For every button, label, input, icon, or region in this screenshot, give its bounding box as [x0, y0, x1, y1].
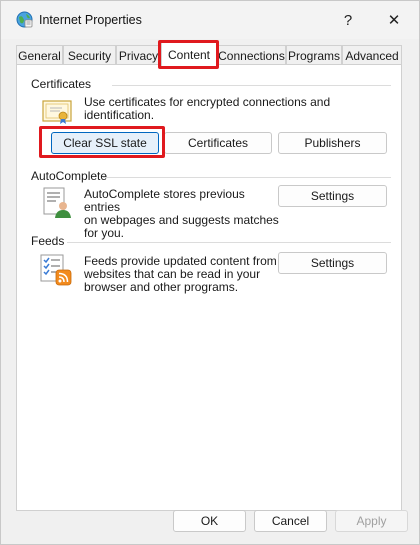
group-divider [67, 242, 391, 243]
autocomplete-settings-button[interactable]: Settings [278, 185, 387, 207]
title-bar: Internet Properties ? ✕ [1, 1, 419, 39]
certificates-button[interactable]: Certificates [164, 132, 272, 154]
feeds-icon [40, 254, 72, 286]
feeds-description-line: browser and other programs. [84, 280, 239, 294]
certificates-group-label: Certificates [31, 77, 92, 91]
feeds-group-label: Feeds [31, 234, 65, 248]
autocomplete-description: AutoComplete stores previous entries on … [84, 188, 284, 240]
internet-properties-dialog: Internet Properties ? ✕ General Security… [0, 0, 420, 545]
tab-security[interactable]: Security [63, 45, 116, 66]
tab-advanced[interactable]: Advanced [342, 45, 402, 66]
apply-button[interactable]: Apply [335, 510, 408, 532]
tab-general[interactable]: General [16, 45, 63, 66]
cancel-button[interactable]: Cancel [254, 510, 327, 532]
tab-programs[interactable]: Programs [286, 45, 342, 66]
feeds-description: Feeds provide updated content from websi… [84, 255, 284, 294]
certificates-description: Use certificates for encrypted connectio… [84, 95, 331, 122]
close-button[interactable]: ✕ [376, 7, 412, 33]
tab-privacy[interactable]: Privacy [116, 45, 161, 66]
help-button[interactable]: ? [330, 7, 366, 33]
globe-icon [16, 11, 33, 28]
group-divider [103, 177, 391, 178]
autocomplete-icon [43, 187, 71, 218]
autocomplete-group-label: AutoComplete [31, 169, 108, 183]
window-title: Internet Properties [39, 13, 142, 27]
content-tab-highlight [158, 40, 219, 69]
ok-button[interactable]: OK [173, 510, 246, 532]
autocomplete-description-line: AutoComplete stores previous entries [84, 187, 245, 214]
clear-ssl-highlight [39, 126, 165, 158]
feeds-settings-button[interactable]: Settings [278, 252, 387, 274]
autocomplete-description-line: for you. [84, 226, 125, 240]
certificate-icon [42, 100, 72, 124]
publishers-button[interactable]: Publishers [278, 132, 387, 154]
group-divider [112, 85, 391, 86]
tab-connections[interactable]: Connections [217, 45, 286, 66]
